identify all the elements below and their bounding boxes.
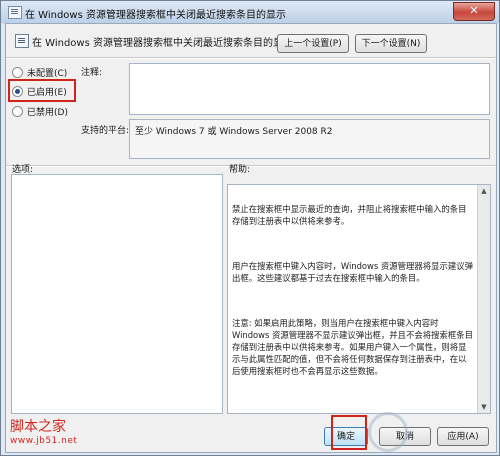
- highlight-box: [8, 79, 76, 102]
- header-divider: [6, 57, 496, 59]
- radio-label: 未配置(C): [27, 69, 68, 79]
- setting-icon: [15, 34, 29, 48]
- logo-watermark: [368, 412, 408, 452]
- prev-setting-button[interactable]: 上一个设置(P): [277, 34, 349, 53]
- radio-not-configured[interactable]: 未配置(C): [12, 66, 67, 80]
- platform-value: 至少 Windows 7 或 Windows Server 2008 R2: [135, 127, 333, 137]
- scroll-down-icon[interactable]: ▼: [478, 401, 490, 413]
- scroll-up-icon[interactable]: ▲: [478, 185, 490, 197]
- title-bar[interactable]: 在 Windows 资源管理器搜索框中关闭最近搜索条目的显示 ✕: [1, 1, 499, 23]
- ok-highlight-box: [331, 415, 367, 450]
- platform-label: 支持的平台:: [81, 126, 130, 136]
- options-pane: [11, 174, 223, 414]
- site-watermark-name: 脚本之家: [10, 419, 66, 435]
- policy-icon: [8, 6, 22, 19]
- help-scrollbar[interactable]: ▲ ▼: [477, 185, 490, 413]
- platform-field: 至少 Windows 7 或 Windows Server 2008 R2: [129, 119, 490, 159]
- site-watermark-url: www.jb51.net: [10, 436, 78, 446]
- help-pane[interactable]: 禁止在搜索框中显示最近的查询，并阻止将搜索框中输入的条目存储到注册表中以供将来参…: [227, 184, 491, 414]
- comment-field[interactable]: [129, 63, 490, 115]
- close-icon[interactable]: ✕: [453, 2, 495, 21]
- section-divider: [6, 165, 496, 167]
- help-text: 禁止在搜索框中显示最近的查询，并阻止将搜索框中输入的条目存储到注册表中以供将来参…: [232, 191, 474, 389]
- apply-button[interactable]: 应用(A): [437, 427, 489, 446]
- policy-title: 在 Windows 资源管理器搜索框中关闭最近搜索条目的显示: [32, 38, 293, 49]
- radio-disabled[interactable]: 已禁用(D): [12, 105, 68, 119]
- dialog-body: 在 Windows 资源管理器搜索框中关闭最近搜索条目的显示 上一个设置(P) …: [5, 23, 497, 453]
- comment-label: 注释:: [81, 68, 103, 78]
- window-title: 在 Windows 资源管理器搜索框中关闭最近搜索条目的显示: [25, 10, 286, 21]
- radio-label: 已禁用(D): [27, 108, 68, 118]
- radio-button[interactable]: [12, 67, 23, 78]
- help-label: 帮助:: [229, 165, 251, 175]
- policy-editor-window: 在 Windows 资源管理器搜索框中关闭最近搜索条目的显示 ✕ 在 Windo…: [0, 0, 500, 456]
- radio-button[interactable]: [12, 106, 23, 117]
- help-paragraph: 注意: 如果启用此策略，则当用户在搜索框中键入内容时 Windows 资源管理器…: [232, 318, 474, 376]
- next-setting-button[interactable]: 下一个设置(N): [355, 34, 427, 53]
- help-paragraph: 用户在搜索框中键入内容时，Windows 资源管理器将显示建议弹出框。这些建议都…: [232, 261, 474, 283]
- help-paragraph: 禁止在搜索框中显示最近的查询，并阻止将搜索框中输入的条目存储到注册表中以供将来参…: [232, 204, 467, 226]
